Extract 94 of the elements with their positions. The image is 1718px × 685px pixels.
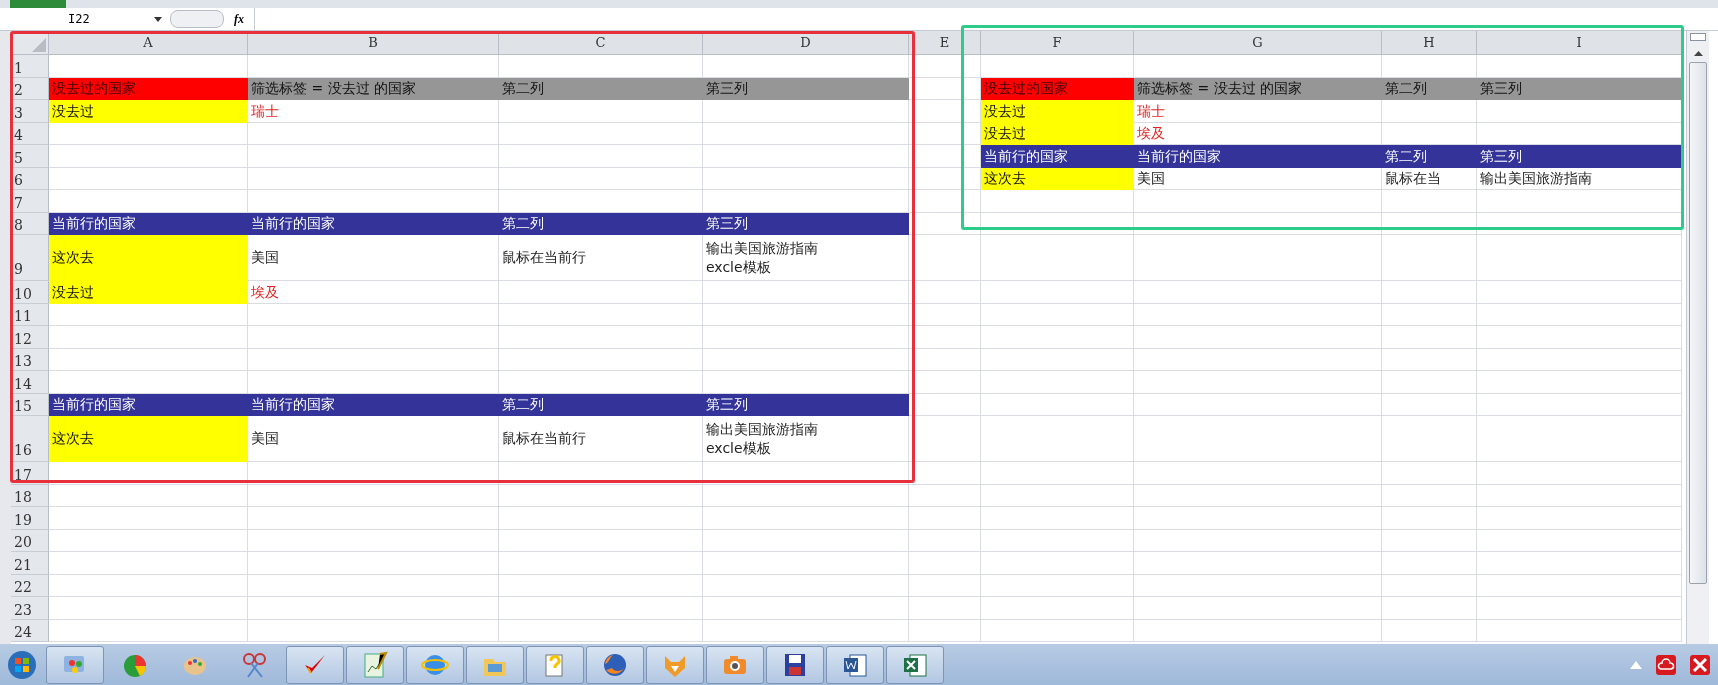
taskbar-button[interactable] [586, 645, 644, 684]
empty-cell [909, 574, 981, 597]
cross-icon[interactable] [1690, 654, 1710, 675]
column-header[interactable]: I [1477, 31, 1682, 55]
row-header[interactable]: 24 [11, 619, 49, 642]
table-cell: 没去过 [981, 122, 1134, 145]
row-header[interactable]: 23 [11, 597, 49, 620]
table-cell: 第三列 [703, 393, 909, 416]
table-cell: 没去过 [981, 100, 1134, 123]
row-header[interactable]: 7 [11, 190, 49, 213]
table-cell: 第三列 [1477, 77, 1682, 100]
table-cell: 筛选标签 = 没去过 的国家 [1134, 77, 1382, 100]
insert-function-button[interactable]: fx [228, 11, 250, 27]
taskbar-button[interactable] [766, 645, 824, 684]
table-cell: 没去过的国家 [49, 77, 248, 100]
table-cell: 埃及 [248, 281, 499, 304]
table-cell: 当前行的国家 [49, 212, 248, 235]
empty-cell [909, 507, 981, 530]
cloud-icon[interactable] [1656, 654, 1676, 675]
row-header[interactable]: 5 [11, 145, 49, 168]
empty-cell [909, 529, 981, 552]
table-cell: 美国 [1134, 167, 1382, 190]
table-cell: 这次去 [49, 416, 248, 462]
table-cell: 第二列 [499, 77, 703, 100]
table-cell: 当前行的国家 [49, 393, 248, 416]
empty-cell [909, 416, 981, 462]
table-cell: 第二列 [1382, 77, 1477, 100]
caret-icon[interactable] [154, 16, 162, 22]
row-header[interactable]: 16 [11, 416, 49, 462]
scroll-thumb[interactable] [1689, 62, 1707, 584]
scroll-up-icon[interactable] [1693, 51, 1703, 56]
empty-cell [909, 326, 981, 349]
table-cell: 第三列 [703, 212, 909, 235]
table-cell: 当前行的国家 [1134, 145, 1382, 168]
taskbar-button[interactable] [826, 645, 884, 684]
table-cell: 美国 [248, 235, 499, 281]
table-cell: 没去过的国家 [981, 77, 1134, 100]
split-handle[interactable] [1690, 33, 1706, 41]
formula-bar-toggle[interactable] [170, 10, 224, 28]
column-header[interactable]: E [909, 31, 981, 55]
vertical-scrollbar[interactable] [1686, 31, 1709, 644]
table-cell: 鼠标在当 [1382, 167, 1477, 190]
table-cell: 当前行的国家 [981, 145, 1134, 168]
table-cell: 美国 [248, 416, 499, 462]
column-header[interactable]: H [1382, 31, 1477, 55]
table-cell: 鼠标在当前行 [499, 235, 703, 281]
empty-cell [909, 235, 981, 281]
row-header[interactable]: 18 [11, 484, 49, 507]
triangle-icon [32, 38, 46, 52]
windows-logo-icon [7, 649, 37, 680]
row-header[interactable]: 14 [11, 371, 49, 394]
table-cell: 输出美国旅游指南 excle模板 [703, 235, 909, 281]
row-header[interactable]: 22 [11, 574, 49, 597]
column-header[interactable]: F [981, 31, 1134, 55]
empty-cell [909, 55, 981, 78]
table-cell: 筛选标签 = 没去过 的国家 [248, 77, 499, 100]
empty-cell [909, 597, 981, 620]
empty-cell [909, 190, 981, 213]
empty-cell [909, 303, 981, 326]
table-cell: 瑞士 [1134, 100, 1382, 123]
row-header[interactable]: 12 [11, 326, 49, 349]
row-header[interactable]: 21 [11, 552, 49, 575]
row-header[interactable]: 9 [11, 235, 49, 281]
row-header[interactable]: 3 [11, 100, 49, 123]
table-cell: 输出美国旅游指南 excle模板 [703, 416, 909, 462]
show-hidden-icons-icon[interactable] [1630, 660, 1642, 669]
empty-cell [909, 281, 981, 304]
table-cell: 第二列 [499, 393, 703, 416]
table-cell: 当前行的国家 [248, 393, 499, 416]
table-cell: 鼠标在当前行 [499, 416, 703, 462]
table-cell: 第三列 [1477, 145, 1682, 168]
name-box[interactable]: I22 [10, 12, 150, 26]
table-cell: 没去过 [49, 100, 248, 123]
table-cell: 瑞士 [248, 100, 499, 123]
table-cell: 第二列 [499, 212, 703, 235]
row-header[interactable]: 19 [11, 507, 49, 530]
column-header[interactable]: G [1134, 31, 1382, 55]
empty-cell [909, 552, 981, 575]
table-cell: 输出美国旅游指南 [1477, 167, 1682, 190]
empty-cell [909, 348, 981, 371]
table-cell: 这次去 [981, 167, 1134, 190]
row-header[interactable]: 10 [11, 281, 49, 304]
table-cell: 没去过 [49, 281, 248, 304]
taskbar-button[interactable] [886, 645, 944, 684]
table-cell: 当前行的国家 [248, 212, 499, 235]
empty-cell [909, 484, 981, 507]
row-header[interactable]: 1 [11, 55, 49, 78]
empty-cell [909, 619, 981, 642]
row-header[interactable]: 20 [11, 529, 49, 552]
table-cell: 第三列 [703, 77, 909, 100]
table-cell: 这次去 [49, 235, 248, 281]
empty-cell [909, 371, 981, 394]
table-cell: 第二列 [1382, 145, 1477, 168]
empty-cell [909, 462, 981, 485]
